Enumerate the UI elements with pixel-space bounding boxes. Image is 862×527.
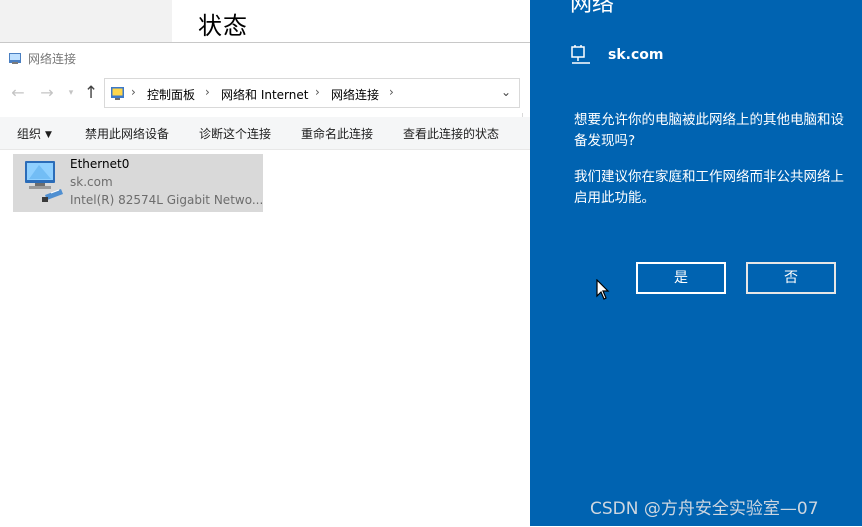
navigation-bar: ← → ▾ ↑ › 控制面板 › 网络和 Internet › 网络连接 › ⌄ (0, 78, 530, 143)
chevron-right-icon: › (131, 85, 136, 99)
breadcrumb-control-panel[interactable]: 控制面板 (147, 86, 195, 103)
network-name: sk.com (608, 47, 664, 63)
mouse-cursor-icon (596, 279, 610, 300)
ethernet-adapter-icon (25, 161, 63, 202)
settings-sidebar (0, 0, 172, 43)
breadcrumb-network-internet[interactable]: 网络和 Internet (221, 86, 308, 103)
connection-domain: sk.com (70, 175, 113, 189)
view-status-button[interactable]: 查看此连接的状态 (403, 125, 499, 142)
up-arrow-icon[interactable]: ↑ (81, 83, 101, 103)
address-dropdown-icon[interactable]: ⌄ (501, 85, 511, 99)
recent-locations-chevron-icon[interactable]: ▾ (66, 83, 76, 103)
discovery-recommendation: 我们建议你在家庭和工作网络而非公共网络上启用此功能。 (574, 169, 844, 206)
connection-item-ethernet0[interactable]: Ethernet0 sk.com Intel(R) 82574L Gigabit… (13, 154, 263, 212)
address-bar[interactable]: › 控制面板 › 网络和 Internet › 网络连接 › ⌄ (104, 78, 520, 108)
chevron-right-icon: › (315, 85, 320, 99)
control-panel-icon (111, 87, 124, 100)
watermark: CSDN @方舟安全实验室—07 (590, 499, 819, 519)
no-button[interactable]: 否 (746, 262, 836, 294)
connection-adapter: Intel(R) 82574L Gigabit Netwo... (70, 193, 264, 207)
explorer-window: 网络连接 ← → ▾ ↑ › 控制面板 › 网络和 Internet › 网络连… (0, 42, 530, 527)
forward-arrow-icon[interactable]: → (37, 83, 57, 103)
explorer-titlebar: 网络连接 (0, 43, 530, 73)
window-title: 网络连接 (28, 52, 77, 66)
flyout-heading: 网络 (570, 0, 615, 17)
disable-device-button[interactable]: 禁用此网络设备 (85, 125, 169, 142)
command-bar: 组织 ▼ 禁用此网络设备 诊断这个连接 重命名此连接 查看此连接的状态 (0, 117, 530, 150)
connection-name: Ethernet0 (70, 157, 130, 171)
organize-label: 组织 (17, 127, 42, 141)
breadcrumb-network-connections[interactable]: 网络连接 (331, 86, 379, 103)
diagnose-button[interactable]: 诊断这个连接 (199, 125, 271, 142)
organize-button[interactable]: 组织 ▼ (17, 125, 52, 142)
settings-page-title: 状态 (198, 12, 248, 40)
network-discovery-flyout: 网络 sk.com 想要允许你的电脑被此网络上的其他电脑和设备发现吗? 我们建议… (530, 0, 862, 526)
wired-network-icon (571, 45, 590, 64)
chevron-right-icon: › (205, 85, 210, 99)
chevron-right-icon: › (389, 85, 394, 99)
dropdown-caret-icon: ▼ (45, 130, 52, 140)
discovery-question: 想要允许你的电脑被此网络上的其他电脑和设备发现吗? (574, 112, 844, 149)
yes-button[interactable]: 是 (636, 262, 726, 294)
back-arrow-icon[interactable]: ← (8, 83, 28, 103)
rename-button[interactable]: 重命名此连接 (301, 125, 373, 142)
network-connections-icon (9, 53, 21, 64)
